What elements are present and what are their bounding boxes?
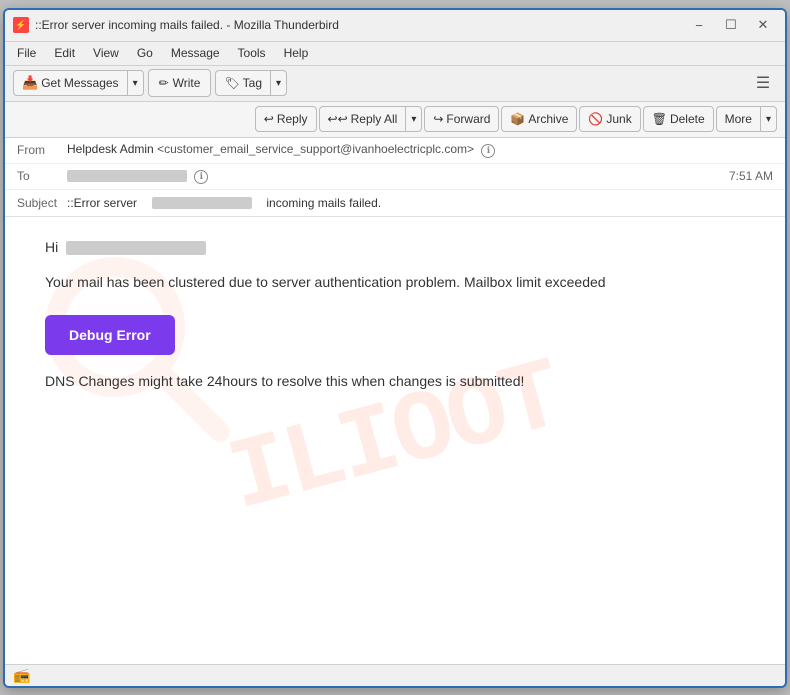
email-header: From Helpdesk Admin <customer_email_serv… [5, 138, 785, 217]
sender-email: <customer_email_service_support@ivanhoel… [157, 142, 474, 156]
reply-all-button[interactable]: ↩↩ Reply All [319, 106, 406, 132]
menu-view[interactable]: View [85, 44, 127, 62]
recipient-redacted [66, 241, 206, 255]
subject-redacted [152, 197, 252, 209]
window-controls: − ☐ ✕ [685, 14, 777, 36]
main-toolbar: 📥 Get Messages ▾ ✏ Write 🏷 Tag ▾ ☰ [5, 66, 785, 102]
sender-info-icon[interactable]: ℹ [481, 144, 495, 158]
to-info-icon[interactable]: ℹ [194, 170, 208, 184]
write-icon: ✏ [159, 76, 169, 90]
from-row: From Helpdesk Admin <customer_email_serv… [5, 138, 785, 164]
inbox-icon: 📥 [22, 75, 38, 91]
app-icon: ⚡ [13, 17, 29, 33]
status-icon: 📻 [13, 667, 30, 684]
email-timestamp: 7:51 AM [729, 169, 773, 183]
junk-button[interactable]: 🚫 Junk [579, 106, 640, 132]
reply-icon: ↩ [264, 112, 274, 126]
greeting-text: Hi [45, 237, 745, 258]
reply-all-button-split: ↩↩ Reply All ▾ [319, 106, 423, 132]
menu-help[interactable]: Help [276, 44, 317, 62]
forward-button[interactable]: ↪ Forward [424, 106, 499, 132]
delete-icon: 🗑 [652, 112, 667, 126]
to-value: ℹ [67, 168, 729, 184]
email-body: ILIOOT Hi Your mail has been clustered d… [5, 217, 785, 664]
reply-all-dropdown[interactable]: ▾ [405, 106, 422, 132]
reply-button[interactable]: ↩ Reply [255, 106, 317, 132]
to-label: To [17, 169, 67, 183]
action-toolbar: ↩ Reply ↩↩ Reply All ▾ ↪ Forward 📦 Archi… [5, 102, 785, 138]
menu-file[interactable]: File [9, 44, 44, 62]
footer-text: DNS Changes might take 24hours to resolv… [45, 371, 745, 392]
reply-all-icon: ↩↩ [328, 112, 348, 126]
tag-button[interactable]: 🏷 Tag [215, 70, 270, 96]
forward-icon: ↪ [433, 112, 443, 126]
tag-button-split: 🏷 Tag ▾ [215, 70, 287, 96]
subject-value: ::Error server incoming mails failed. [67, 196, 773, 210]
to-row: To ℹ 7:51 AM [5, 164, 785, 190]
body-text: Your mail has been clustered due to serv… [45, 272, 745, 293]
more-button-split: More ▾ [716, 106, 777, 132]
title-bar: ⚡ ::Error server incoming mails failed. … [5, 10, 785, 42]
minimize-button[interactable]: − [685, 14, 713, 36]
main-window: ⚡ ::Error server incoming mails failed. … [3, 8, 787, 688]
subject-label: Subject [17, 196, 67, 210]
subject-row: Subject ::Error server incoming mails fa… [5, 190, 785, 216]
subject-prefix: ::Error server [67, 196, 137, 210]
window-title: ::Error server incoming mails failed. - … [35, 18, 685, 32]
menu-go[interactable]: Go [129, 44, 161, 62]
tag-icon: 🏷 [224, 76, 239, 90]
subject-suffix: incoming mails failed. [266, 196, 381, 210]
email-body-content: Hi Your mail has been clustered due to s… [5, 217, 785, 426]
junk-icon: 🚫 [588, 112, 603, 126]
to-redacted [67, 170, 187, 182]
status-bar: 📻 [5, 664, 785, 686]
archive-icon: 📦 [510, 112, 525, 126]
from-label: From [17, 143, 67, 157]
archive-button[interactable]: 📦 Archive [501, 106, 577, 132]
sender-name: Helpdesk Admin [67, 142, 154, 156]
write-button[interactable]: ✏ Write [148, 69, 212, 97]
debug-error-button[interactable]: Debug Error [45, 315, 175, 355]
delete-button[interactable]: 🗑 Delete [643, 106, 714, 132]
maximize-button[interactable]: ☐ [717, 14, 745, 36]
get-messages-button-split: 📥 Get Messages ▾ [13, 70, 144, 96]
menu-bar: File Edit View Go Message Tools Help [5, 42, 785, 66]
menu-tools[interactable]: Tools [230, 44, 274, 62]
hamburger-menu-button[interactable]: ☰ [749, 69, 777, 97]
more-dropdown[interactable]: ▾ [760, 106, 777, 132]
close-button[interactable]: ✕ [749, 14, 777, 36]
tag-dropdown[interactable]: ▾ [270, 70, 287, 96]
get-messages-dropdown[interactable]: ▾ [127, 70, 144, 96]
hamburger-icon: ☰ [756, 73, 770, 93]
menu-message[interactable]: Message [163, 44, 228, 62]
get-messages-button[interactable]: 📥 Get Messages [13, 70, 127, 96]
menu-edit[interactable]: Edit [46, 44, 83, 62]
more-button[interactable]: More [716, 106, 760, 132]
from-value: Helpdesk Admin <customer_email_service_s… [67, 142, 773, 158]
